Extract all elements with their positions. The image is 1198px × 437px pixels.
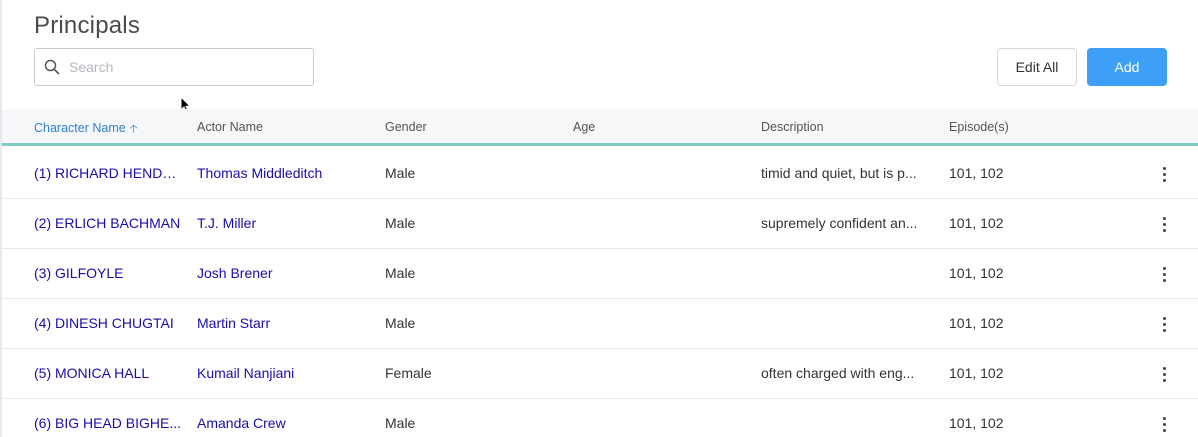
add-button[interactable]: Add <box>1087 48 1167 86</box>
table-row: (1) RICHARD HENDR... Thomas Middleditch … <box>2 149 1198 199</box>
episodes-cell: 101, 102 <box>949 365 1004 381</box>
row-menu-icon[interactable] <box>1154 413 1174 435</box>
description-cell: timid and quiet, but is p... <box>761 165 917 181</box>
episodes-cell: 101, 102 <box>949 265 1004 281</box>
table-row: (3) GILFOYLE Josh Brener Male 101, 102 <box>2 249 1198 299</box>
column-header-description[interactable]: Description <box>761 120 824 134</box>
character-name-link[interactable]: (4) DINESH CHUGTAI <box>34 315 184 331</box>
table-body: (1) RICHARD HENDR... Thomas Middleditch … <box>2 149 1198 437</box>
column-header-age[interactable]: Age <box>573 120 595 134</box>
character-name-link[interactable]: (3) GILFOYLE <box>34 265 184 281</box>
page-title: Principals <box>34 12 141 39</box>
actor-name-link[interactable]: Kumail Nanjiani <box>197 365 377 381</box>
row-menu-icon[interactable] <box>1154 213 1174 235</box>
character-name-link[interactable]: (1) RICHARD HENDR... <box>34 165 184 181</box>
edit-all-button[interactable]: Edit All <box>997 48 1077 86</box>
sort-ascending-icon: 🡡 <box>129 123 138 135</box>
actor-name-link[interactable]: T.J. Miller <box>197 215 377 231</box>
table-row: (6) BIG HEAD BIGHE... Amanda Crew Male 1… <box>2 399 1198 437</box>
search-box[interactable] <box>34 48 314 86</box>
character-name-link[interactable]: (5) MONICA HALL <box>34 365 184 381</box>
episodes-cell: 101, 102 <box>949 315 1004 331</box>
actor-name-link[interactable]: Thomas Middleditch <box>197 165 377 181</box>
description-cell: supremely confident an... <box>761 215 918 231</box>
column-header-episodes[interactable]: Episode(s) <box>949 120 1009 134</box>
table-header: Character Name 🡡 Actor Name Gender Age De… <box>2 109 1198 146</box>
description-cell: often charged with eng... <box>761 365 915 381</box>
column-header-actor-name[interactable]: Actor Name <box>197 120 263 134</box>
search-icon <box>35 48 69 86</box>
actor-name-link[interactable]: Josh Brener <box>197 265 377 281</box>
gender-cell: Female <box>385 365 432 381</box>
row-menu-icon[interactable] <box>1154 363 1174 385</box>
row-menu-icon[interactable] <box>1154 263 1174 285</box>
actor-name-link[interactable]: Amanda Crew <box>197 415 377 431</box>
table-row: (5) MONICA HALL Kumail Nanjiani Female o… <box>2 349 1198 399</box>
search-input[interactable] <box>69 59 299 75</box>
column-header-label: Character Name <box>34 121 126 135</box>
episodes-cell: 101, 102 <box>949 165 1004 181</box>
column-header-gender[interactable]: Gender <box>385 120 427 134</box>
gender-cell: Male <box>385 315 416 331</box>
episodes-cell: 101, 102 <box>949 215 1004 231</box>
character-name-link[interactable]: (2) ERLICH BACHMAN <box>34 215 184 231</box>
gender-cell: Male <box>385 415 416 431</box>
table-row: (4) DINESH CHUGTAI Martin Starr Male 101… <box>2 299 1198 349</box>
row-menu-icon[interactable] <box>1154 313 1174 335</box>
episodes-cell: 101, 102 <box>949 415 1004 431</box>
gender-cell: Male <box>385 215 416 231</box>
row-menu-icon[interactable] <box>1154 163 1174 185</box>
character-name-link[interactable]: (6) BIG HEAD BIGHE... <box>34 415 184 431</box>
actor-name-link[interactable]: Martin Starr <box>197 315 377 331</box>
gender-cell: Male <box>385 265 416 281</box>
gender-cell: Male <box>385 165 416 181</box>
table-row: (2) ERLICH BACHMAN T.J. Miller Male supr… <box>2 199 1198 249</box>
column-header-character-name[interactable]: Character Name 🡡 <box>34 120 138 139</box>
